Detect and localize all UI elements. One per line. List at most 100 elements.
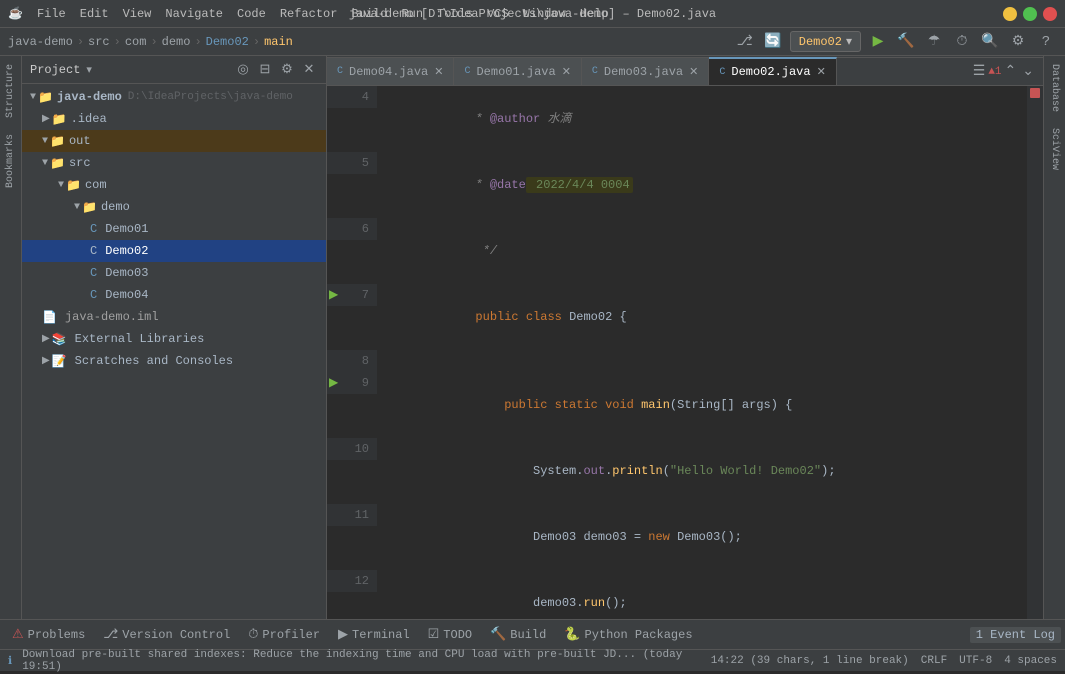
indent-status[interactable]: 4 spaces (1004, 655, 1057, 667)
tab-demo04[interactable]: C Demo04.java ✕ (327, 57, 454, 85)
python-packages-label: Python Packages (585, 628, 693, 642)
problems-tab[interactable]: ⚠ Problems (4, 623, 93, 647)
line-content-5[interactable]: * @date 2022/4/4 0004 (377, 152, 1027, 218)
error-count-badge[interactable]: ▲1 (988, 66, 1001, 78)
menu-edit[interactable]: Edit (74, 5, 115, 23)
breadcrumb-com[interactable]: com (125, 35, 147, 49)
run-button[interactable]: ▶ (867, 31, 889, 53)
line-content-12[interactable]: demo03.run(); (377, 570, 1027, 619)
tab-demo02[interactable]: C Demo02.java ✕ (709, 57, 836, 85)
settings-button[interactable]: ⚙ (1007, 31, 1029, 53)
menu-code[interactable]: Code (231, 5, 272, 23)
tree-item-demo01[interactable]: C Demo01 (22, 218, 326, 240)
vcs-update-icon[interactable]: 🔄 (762, 31, 784, 53)
line-content-10[interactable]: System.out.println("Hello World! Demo02"… (377, 438, 1027, 504)
tab-menu-icon[interactable]: ☰ (970, 63, 989, 80)
vcs-icon[interactable]: ⎇ (734, 31, 756, 53)
tab-close-demo01[interactable]: ✕ (562, 65, 571, 79)
menu-navigate[interactable]: Navigate (159, 5, 229, 23)
build-button[interactable]: 🔨 (895, 31, 917, 53)
file-java-selected-icon: C (90, 244, 97, 258)
run-arrow-9: ▶ (329, 372, 338, 394)
line-content-9[interactable]: public static void main(String[] args) { (377, 372, 1027, 438)
tree-item-iml[interactable]: 📄 java-demo.iml (22, 306, 326, 328)
tab-close-demo02[interactable]: ✕ (817, 65, 826, 79)
version-control-tab[interactable]: ⎇ Version Control (95, 623, 238, 647)
menu-view[interactable]: View (117, 5, 158, 23)
profiler-run-button[interactable]: ⏱ (951, 31, 973, 53)
menu-file[interactable]: File (31, 5, 72, 23)
error-marker[interactable] (1030, 88, 1040, 98)
todo-tab[interactable]: ☑ TODO (420, 623, 480, 647)
line-content-4[interactable]: * @author 水滴 (377, 86, 1027, 152)
tree-label-external-libs: External Libraries (75, 332, 205, 346)
notification-icon: ℹ (8, 654, 12, 668)
tree-item-demo02[interactable]: C Demo02 (22, 240, 326, 262)
tab-demo01[interactable]: C Demo01.java ✕ (454, 57, 581, 85)
maximize-button[interactable] (1023, 7, 1037, 21)
breadcrumb-project[interactable]: java-demo (8, 35, 73, 49)
python-packages-tab[interactable]: 🐍 Python Packages (556, 623, 700, 647)
line-ending-status[interactable]: CRLF (921, 655, 947, 667)
tree-item-demo04[interactable]: C Demo04 (22, 284, 326, 306)
close-button[interactable] (1043, 7, 1057, 21)
minimize-button[interactable] (1003, 7, 1017, 21)
tree-item-idea[interactable]: ▶ 📁 .idea (22, 108, 326, 130)
event-log[interactable]: 1 Event Log (970, 627, 1061, 643)
code-line-10: 10 System.out.println("Hello World! Demo… (327, 438, 1027, 504)
tree-item-src[interactable]: ▼ 📁 src (22, 152, 326, 174)
terminal-tab[interactable]: ▶ Terminal (330, 623, 418, 647)
code-line-11: 11 Demo03 demo03 = new Demo03(); (327, 504, 1027, 570)
tree-item-demo[interactable]: ▼ 📁 demo (22, 196, 326, 218)
tree-item-out[interactable]: ▼ 📁 out (22, 130, 326, 152)
locate-file-icon[interactable]: ◎ (234, 61, 252, 79)
line-content-7[interactable]: public class Demo02 { (377, 284, 1027, 350)
database-tab[interactable]: Database (1047, 56, 1062, 120)
encoding-status[interactable]: UTF-8 (959, 655, 992, 667)
close-panel-icon[interactable]: ✕ (300, 61, 318, 79)
tree-label-demo02: Demo02 (105, 244, 148, 258)
tab-close-demo03[interactable]: ✕ (689, 65, 698, 79)
profiler-tab[interactable]: ⏱ Profiler (240, 623, 328, 647)
profiler-icon: ⏱ (248, 627, 258, 642)
code-editor[interactable]: 4 * @author 水滴 5 * @date 2022/4/4 0004 6 (327, 86, 1043, 619)
line-content-8[interactable] (377, 350, 1027, 372)
menu-refactor[interactable]: Refactor (274, 5, 344, 23)
breadcrumb-demo[interactable]: demo (162, 35, 191, 49)
tab-demo03[interactable]: C Demo03.java ✕ (582, 57, 709, 85)
build-tab[interactable]: 🔨 Build (482, 623, 554, 647)
tree-item-scratches[interactable]: ▶ 📝 Scratches and Consoles (22, 350, 326, 372)
breadcrumb-demo02[interactable]: Demo02 (206, 35, 249, 49)
line-content-11[interactable]: Demo03 demo03 = new Demo03(); (377, 504, 1027, 570)
sciview-tab[interactable]: SciView (1047, 120, 1062, 178)
arrow-down-out-icon: ▼ (42, 136, 48, 147)
line-number-11: 11 (327, 504, 377, 526)
line-content-6[interactable]: */ (377, 218, 1027, 284)
tree-item-java-demo[interactable]: ▼ 📁 java-demo D:\IdeaProjects\java-demo (22, 86, 326, 108)
collapse-all-icon[interactable]: ⊟ (256, 61, 274, 79)
breadcrumb-src[interactable]: src (88, 35, 110, 49)
coverage-button[interactable]: ☂ (923, 31, 945, 53)
help-button[interactable]: ? (1035, 31, 1057, 53)
tab-close-demo04[interactable]: ✕ (434, 65, 443, 79)
structure-tab[interactable]: Structure (3, 56, 18, 126)
tab-up-icon[interactable]: ⌃ (1002, 63, 1020, 80)
tree-item-demo03[interactable]: C Demo03 (22, 262, 326, 284)
notification-text: Download pre-built shared indexes: Reduc… (22, 649, 703, 673)
search-everywhere[interactable]: 🔍 (979, 31, 1001, 53)
run-config-selector[interactable]: Demo02 ▾ (790, 31, 861, 52)
scratches-icon: 📝 (52, 354, 67, 369)
cursor-position-status[interactable]: 14:22 (39 chars, 1 line break) (711, 655, 909, 667)
file-iml-icon: 📄 (42, 310, 57, 325)
tab-down-icon[interactable]: ⌄ (1019, 63, 1037, 80)
tree-item-com[interactable]: ▼ 📁 com (22, 174, 326, 196)
status-notification[interactable]: ℹ Download pre-built shared indexes: Red… (8, 649, 703, 673)
dropdown-arrow[interactable]: ▾ (86, 63, 92, 77)
line-ending-label: CRLF (921, 655, 947, 667)
project-tree[interactable]: ▼ 📁 java-demo D:\IdeaProjects\java-demo … (22, 84, 326, 619)
panel-options-icon[interactable]: ⚙ (278, 61, 296, 79)
file-java-icon: C (90, 222, 97, 236)
breadcrumb-main[interactable]: main (264, 35, 293, 49)
bookmarks-tab[interactable]: Bookmarks (3, 126, 18, 196)
tree-item-external-libs[interactable]: ▶ 📚 External Libraries (22, 328, 326, 350)
